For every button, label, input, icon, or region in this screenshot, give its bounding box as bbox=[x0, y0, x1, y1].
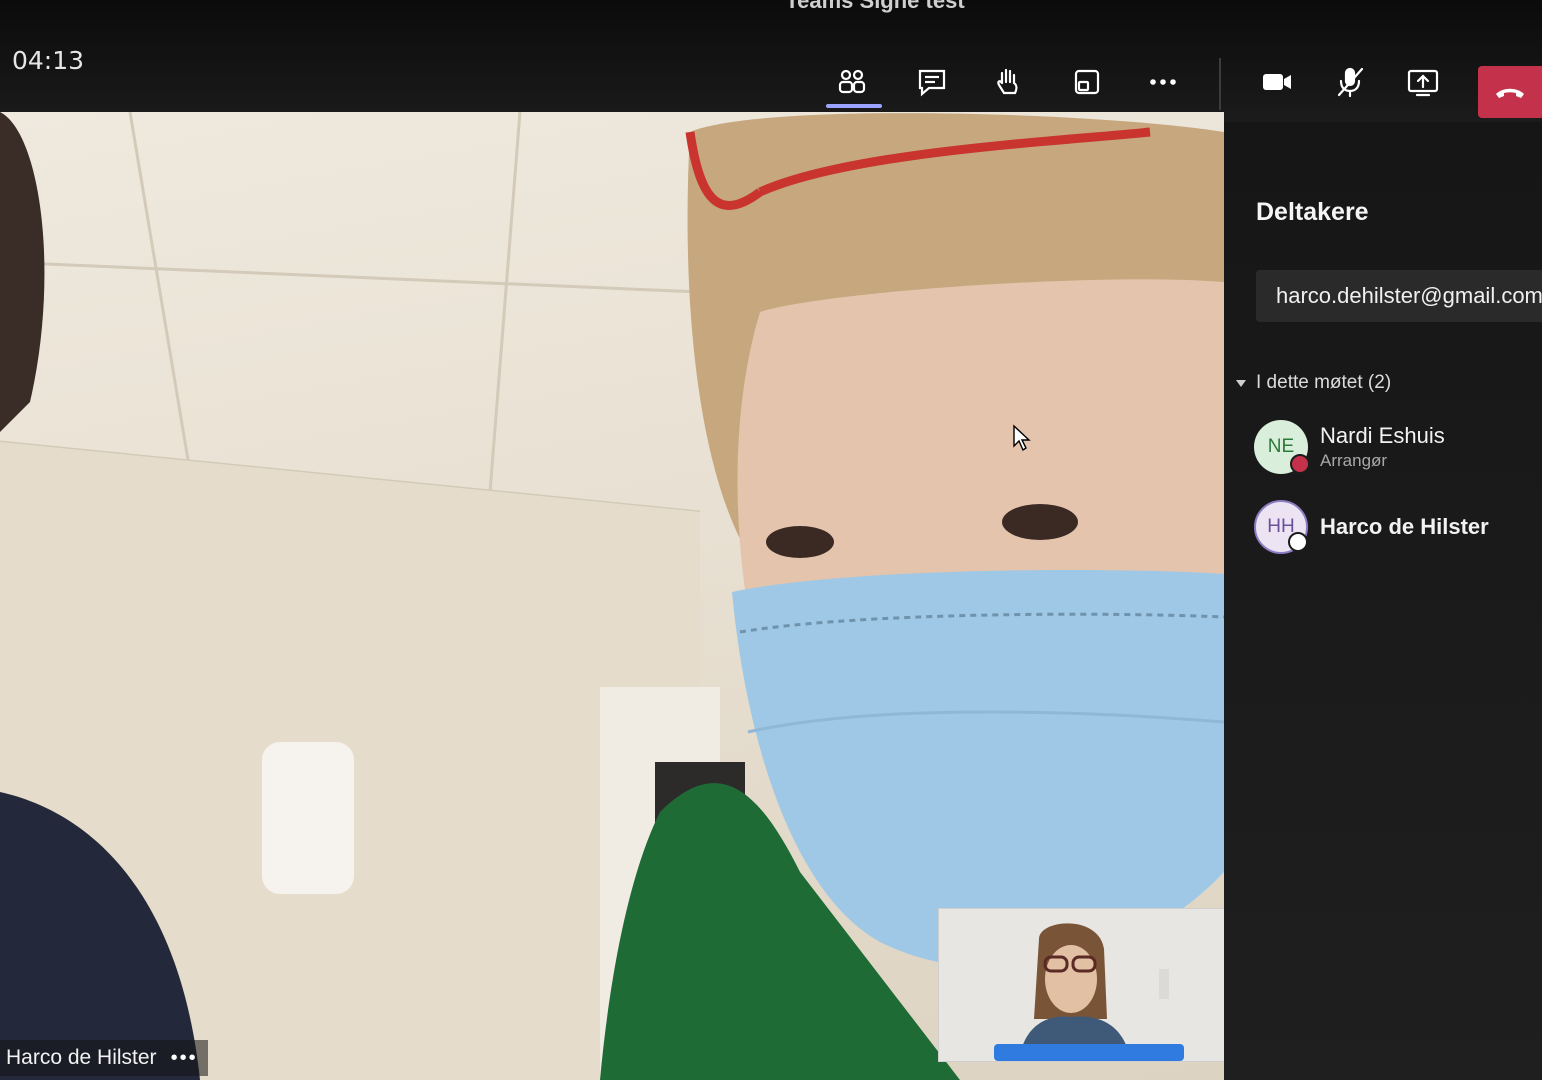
more-actions-icon bbox=[1150, 79, 1176, 85]
camera-button[interactable] bbox=[1251, 56, 1303, 108]
participant-item[interactable]: NE Nardi Eshuis Arrangør bbox=[1254, 420, 1445, 474]
invite-input-value: harco.dehilster@gmail.com bbox=[1276, 283, 1542, 308]
presence-dot-icon bbox=[1290, 454, 1310, 474]
speaker-name: Harco de Hilster bbox=[6, 1046, 157, 1069]
toolbar-divider bbox=[1219, 58, 1221, 110]
presence-dot-icon bbox=[1288, 532, 1308, 552]
mic-button[interactable] bbox=[1324, 56, 1376, 108]
raise-hand-icon bbox=[997, 68, 1018, 95]
meeting-toolbar: Teams Signe test 04:13 bbox=[0, 0, 1542, 122]
in-meeting-section-label: I dette møtet (2) bbox=[1256, 372, 1392, 393]
leave-button[interactable] bbox=[1478, 66, 1542, 118]
invite-input[interactable]: harco.dehilster@gmail.com bbox=[1256, 270, 1542, 322]
participant-item[interactable]: HH Harco de Hilster bbox=[1254, 500, 1489, 554]
self-video-preview[interactable] bbox=[938, 908, 1226, 1062]
chevron-down-icon bbox=[1236, 379, 1246, 387]
window-title: Teams Signe test bbox=[785, 0, 965, 13]
participant-name: Harco de Hilster bbox=[1320, 514, 1489, 539]
mic-muted-icon bbox=[1337, 67, 1364, 98]
avatar-initials: NE bbox=[1267, 436, 1295, 457]
active-tab-indicator bbox=[826, 104, 882, 108]
breakout-rooms-button[interactable] bbox=[1061, 56, 1113, 108]
participant-name: Nardi Eshuis bbox=[1320, 423, 1445, 448]
chat-icon bbox=[918, 69, 946, 97]
share-screen-button[interactable] bbox=[1397, 56, 1449, 108]
participants-button[interactable] bbox=[826, 56, 878, 108]
in-meeting-section-header[interactable]: I dette møtet (2) bbox=[1236, 372, 1391, 394]
self-camera-scene bbox=[939, 909, 1225, 1061]
raise-hand-button[interactable] bbox=[982, 56, 1034, 108]
panel-title: Deltakere bbox=[1256, 198, 1369, 226]
participants-panel: Deltakere harco.dehilster@gmail.com I de… bbox=[1224, 122, 1542, 1080]
hang-up-icon bbox=[1496, 88, 1524, 98]
more-actions-button[interactable] bbox=[1137, 56, 1189, 108]
avatar: HH bbox=[1254, 500, 1308, 554]
camera-icon bbox=[1263, 74, 1291, 90]
breakout-rooms-icon bbox=[1074, 69, 1100, 95]
speaker-name-tag: Harco de Hilster ••• bbox=[0, 1040, 208, 1076]
avatar: NE bbox=[1254, 420, 1310, 474]
meeting-timer: 04:13 bbox=[12, 46, 85, 75]
participant-role: Arrangør bbox=[1320, 451, 1388, 470]
speaker-more-button[interactable]: ••• bbox=[171, 1047, 198, 1070]
participants-icon bbox=[838, 69, 866, 94]
chat-button[interactable] bbox=[906, 56, 958, 108]
mouse-cursor-icon bbox=[1013, 424, 1031, 452]
share-screen-icon bbox=[1407, 69, 1439, 97]
